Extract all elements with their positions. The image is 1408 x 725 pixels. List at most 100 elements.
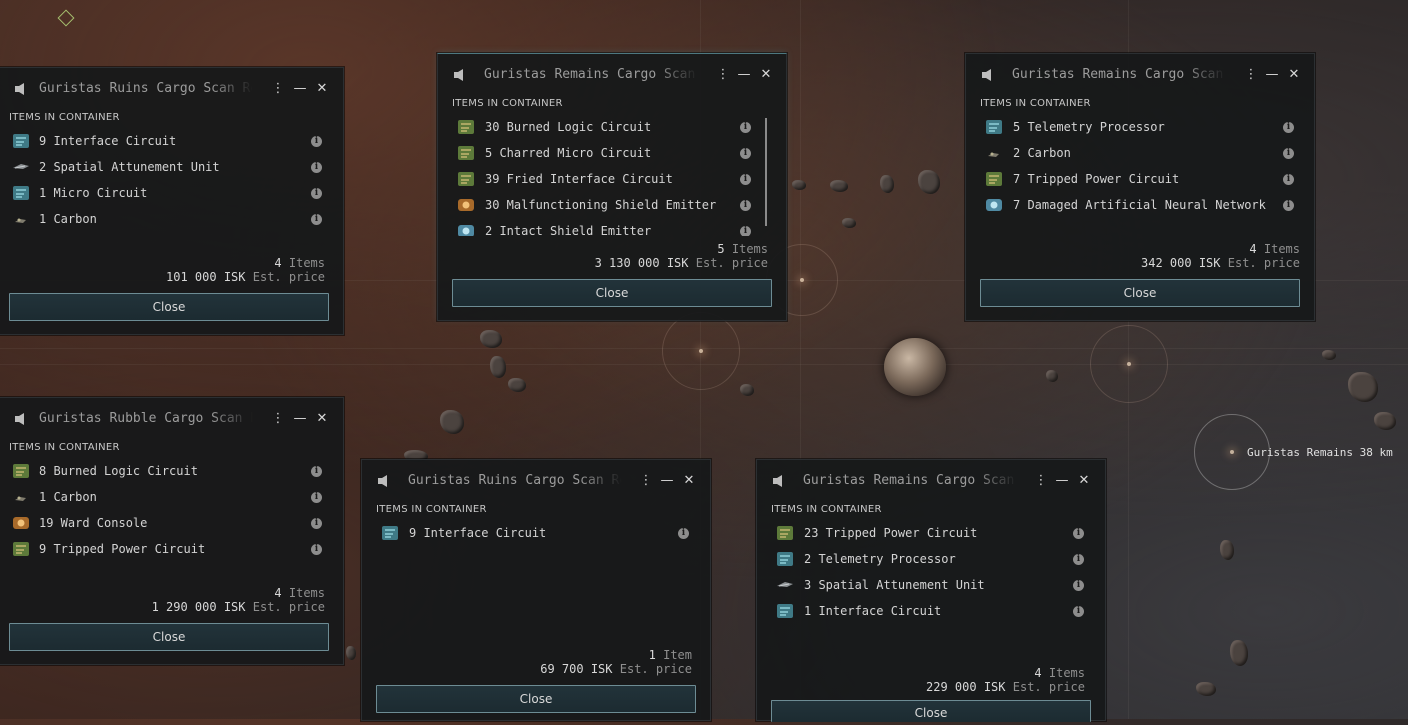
info-icon[interactable]: i [311, 136, 322, 147]
item-list: 8 Burned Logic Circuit i 1 Carbon i 19 W… [0, 458, 343, 568]
info-icon[interactable]: i [740, 122, 751, 133]
asteroid [1046, 370, 1058, 382]
info-icon[interactable]: i [1283, 122, 1294, 133]
close-window-button[interactable]: ✕ [1287, 66, 1301, 84]
info-icon[interactable]: i [311, 492, 322, 503]
list-item[interactable]: 1 Carbon i [0, 206, 343, 232]
list-item[interactable]: 9 Interface Circuit i [0, 128, 343, 154]
item-count-unit: Items [1048, 666, 1085, 680]
item-count: 4 [1249, 242, 1257, 256]
cargo-scan-window: Guristas Remains Cargo Scan Result ⋮ — ✕… [965, 53, 1315, 321]
minimize-button[interactable]: — [737, 66, 751, 84]
asteroid [1348, 372, 1378, 402]
close-button[interactable]: Close [9, 293, 329, 321]
window-titlebar[interactable]: Guristas Remains Cargo Scan Result ⋮ — ✕ [757, 460, 1105, 504]
window-menu-button[interactable]: ⋮ [1244, 66, 1258, 84]
list-item[interactable]: 30 Malfunctioning Shield Emitter i [438, 192, 786, 218]
list-item[interactable]: 9 Interface Circuit i [362, 520, 710, 546]
nav-marker-icon[interactable] [57, 9, 75, 27]
close-button[interactable]: Close [9, 623, 329, 651]
info-icon[interactable]: i [740, 226, 751, 236]
list-item[interactable]: 1 Interface Circuit i [757, 598, 1105, 624]
asteroid [1220, 540, 1234, 560]
window-titlebar[interactable]: Guristas Rubble Cargo Scan Result ⋮ — ✕ [0, 398, 343, 442]
list-item[interactable]: 2 Carbon i [966, 140, 1314, 166]
est-price-value: 342 000 [1141, 256, 1192, 270]
window-menu-button[interactable]: ⋮ [271, 80, 285, 98]
asteroid [508, 378, 526, 392]
asteroid [740, 384, 754, 396]
info-icon[interactable]: i [1283, 200, 1294, 211]
close-button[interactable]: Close [452, 279, 772, 307]
circuit-green-icon [13, 464, 29, 478]
info-icon[interactable]: i [311, 162, 322, 173]
list-item[interactable]: 1 Carbon i [0, 484, 343, 510]
info-icon[interactable]: i [311, 466, 322, 477]
window-titlebar[interactable]: Guristas Remains Cargo Scan Result ⋮ — ✕ [966, 54, 1314, 98]
info-icon[interactable]: i [1283, 148, 1294, 159]
minimize-button[interactable]: — [293, 80, 307, 98]
station-structure[interactable] [884, 338, 946, 396]
minimize-button[interactable]: — [1055, 472, 1069, 490]
window-menu-button[interactable]: ⋮ [271, 410, 285, 428]
window-titlebar[interactable]: Guristas Remains Cargo Scan Result ⋮ — ✕ [438, 54, 786, 98]
list-item[interactable]: 8 Burned Logic Circuit i [0, 458, 343, 484]
beacon-ring[interactable] [1090, 325, 1168, 403]
scanner-icon [378, 475, 387, 487]
info-icon[interactable]: i [1073, 606, 1084, 617]
list-item[interactable]: 5 Charred Micro Circuit i [438, 140, 786, 166]
list-item[interactable]: 7 Tripped Power Circuit i [966, 166, 1314, 192]
info-icon[interactable]: i [311, 188, 322, 199]
info-icon[interactable]: i [311, 214, 322, 225]
list-item[interactable]: 23 Tripped Power Circuit i [757, 520, 1105, 546]
asteroid [1374, 412, 1396, 430]
isk-unit: ISK [666, 256, 689, 270]
asteroid [346, 646, 356, 660]
info-icon[interactable]: i [740, 200, 751, 211]
close-window-button[interactable]: ✕ [315, 410, 329, 428]
minimize-button[interactable]: — [660, 472, 674, 490]
close-window-button[interactable]: ✕ [759, 66, 773, 84]
info-icon[interactable]: i [1073, 554, 1084, 565]
target-overlay-label[interactable]: Guristas Remains 38 km [1247, 446, 1393, 459]
info-icon[interactable]: i [678, 528, 689, 539]
minimize-button[interactable]: — [1265, 66, 1279, 84]
window-titlebar[interactable]: Guristas Ruins Cargo Scan Result ⋮ — ✕ [0, 68, 343, 112]
close-window-button[interactable]: ✕ [315, 80, 329, 98]
list-item[interactable]: 2 Spatial Attunement Unit i [0, 154, 343, 180]
scanner-icon [982, 69, 991, 81]
scrollbar[interactable] [765, 118, 767, 226]
list-item[interactable]: 19 Ward Console i [0, 510, 343, 536]
info-icon[interactable]: i [1283, 174, 1294, 185]
list-item[interactable]: 2 Intact Shield Emitter i [438, 218, 786, 236]
list-item[interactable]: 5 Telemetry Processor i [966, 114, 1314, 140]
close-button[interactable]: Close [980, 279, 1300, 307]
minimize-button[interactable]: — [293, 410, 307, 428]
window-menu-button[interactable]: ⋮ [1034, 472, 1048, 490]
close-window-button[interactable]: ✕ [682, 472, 696, 490]
section-label: ITEMS IN CONTAINER [980, 98, 1091, 109]
beacon-ring[interactable] [662, 312, 740, 390]
info-icon[interactable]: i [311, 518, 322, 529]
list-item[interactable]: 2 Telemetry Processor i [757, 546, 1105, 572]
circuit-blue-icon [13, 134, 29, 148]
item-count: 4 [274, 256, 282, 270]
close-button[interactable]: Close [376, 685, 696, 713]
list-item[interactable]: 9 Tripped Power Circuit i [0, 536, 343, 562]
info-icon[interactable]: i [311, 544, 322, 555]
window-titlebar[interactable]: Guristas Ruins Cargo Scan Result ⋮ — ✕ [362, 460, 710, 504]
info-icon[interactable]: i [1073, 528, 1084, 539]
list-item[interactable]: 39 Fried Interface Circuit i [438, 166, 786, 192]
list-item[interactable]: 3 Spatial Attunement Unit i [757, 572, 1105, 598]
window-menu-button[interactable]: ⋮ [716, 66, 730, 84]
list-item[interactable]: 7 Damaged Artificial Neural Network i [966, 192, 1314, 218]
info-icon[interactable]: i [1073, 580, 1084, 591]
emitter-blue-icon [986, 199, 1002, 211]
window-menu-button[interactable]: ⋮ [639, 472, 653, 490]
info-icon[interactable]: i [740, 148, 751, 159]
list-item[interactable]: 30 Burned Logic Circuit i [438, 114, 786, 140]
close-window-button[interactable]: ✕ [1077, 472, 1091, 490]
item-count: 1 [648, 648, 656, 662]
list-item[interactable]: 1 Micro Circuit i [0, 180, 343, 206]
info-icon[interactable]: i [740, 174, 751, 185]
